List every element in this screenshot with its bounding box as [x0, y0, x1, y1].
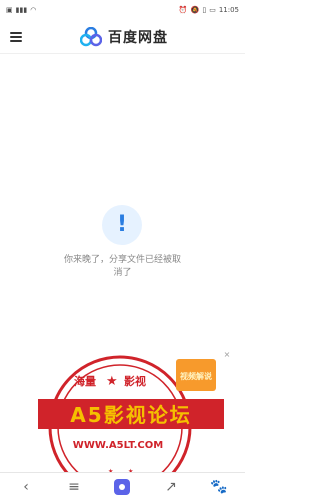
- brand: 百度网盘: [80, 25, 168, 49]
- paw-icon[interactable]: 🐾: [210, 479, 227, 495]
- hamburger-menu-button[interactable]: [10, 30, 22, 42]
- watermark-stamp: ★ ★ ★ ★ ★ 海量 ★ 影视 A5影视论坛 WWW.A5LT.COM 视频…: [38, 355, 224, 490]
- sim-icon: ▣: [6, 5, 13, 14]
- baidu-app-icon[interactable]: [114, 479, 130, 495]
- menu-line: [10, 32, 22, 34]
- close-ad-button[interactable]: ×: [222, 350, 232, 360]
- stamp-center-star: ★: [106, 374, 118, 389]
- stamp-left-text: 海量: [74, 374, 96, 388]
- menu-line: [10, 36, 22, 38]
- status-bar: ▣ ▮▮▮ ◠ ⏰ 🔕 ▯ ▭ 11:05: [0, 0, 245, 20]
- share-icon[interactable]: ↗: [163, 479, 179, 495]
- menu-line: [10, 40, 22, 42]
- stamp-right-text: 影视: [124, 374, 146, 388]
- wifi-icon: ◠: [30, 5, 37, 14]
- app-title: 百度网盘: [108, 30, 168, 46]
- alarm-icon: ⏰: [178, 5, 188, 14]
- notice-icon: !: [102, 205, 142, 245]
- app-header: 百度网盘: [0, 20, 245, 54]
- vibrate-icon: ▯: [202, 5, 207, 14]
- menu-icon[interactable]: ≡: [66, 479, 82, 495]
- back-icon[interactable]: ‹: [18, 479, 34, 495]
- bottom-navigation: ‹ ≡ ↗ 🐾: [0, 472, 245, 501]
- stamp-url: WWW.A5LT.COM: [73, 440, 163, 451]
- mute-icon: 🔕: [190, 5, 200, 14]
- exclamation-icon: !: [116, 212, 128, 237]
- battery-icon: ▭: [209, 5, 216, 14]
- status-right: ⏰ 🔕 ▯ ▭ 11:05: [179, 6, 239, 14]
- baidu-app-svg: [114, 479, 130, 495]
- notice-message: 你来晚了，分享文件已经被取消了: [63, 255, 181, 278]
- stamp-main-text: A5影视论坛: [70, 403, 191, 427]
- signal-icon: ▮▮▮: [15, 5, 28, 14]
- baidu-cloud-logo-icon: [80, 27, 102, 47]
- ad-badge-text: 视频解说: [180, 371, 212, 381]
- status-time: 11:05: [218, 6, 239, 14]
- status-left: ▣ ▮▮▮ ◠: [6, 5, 37, 14]
